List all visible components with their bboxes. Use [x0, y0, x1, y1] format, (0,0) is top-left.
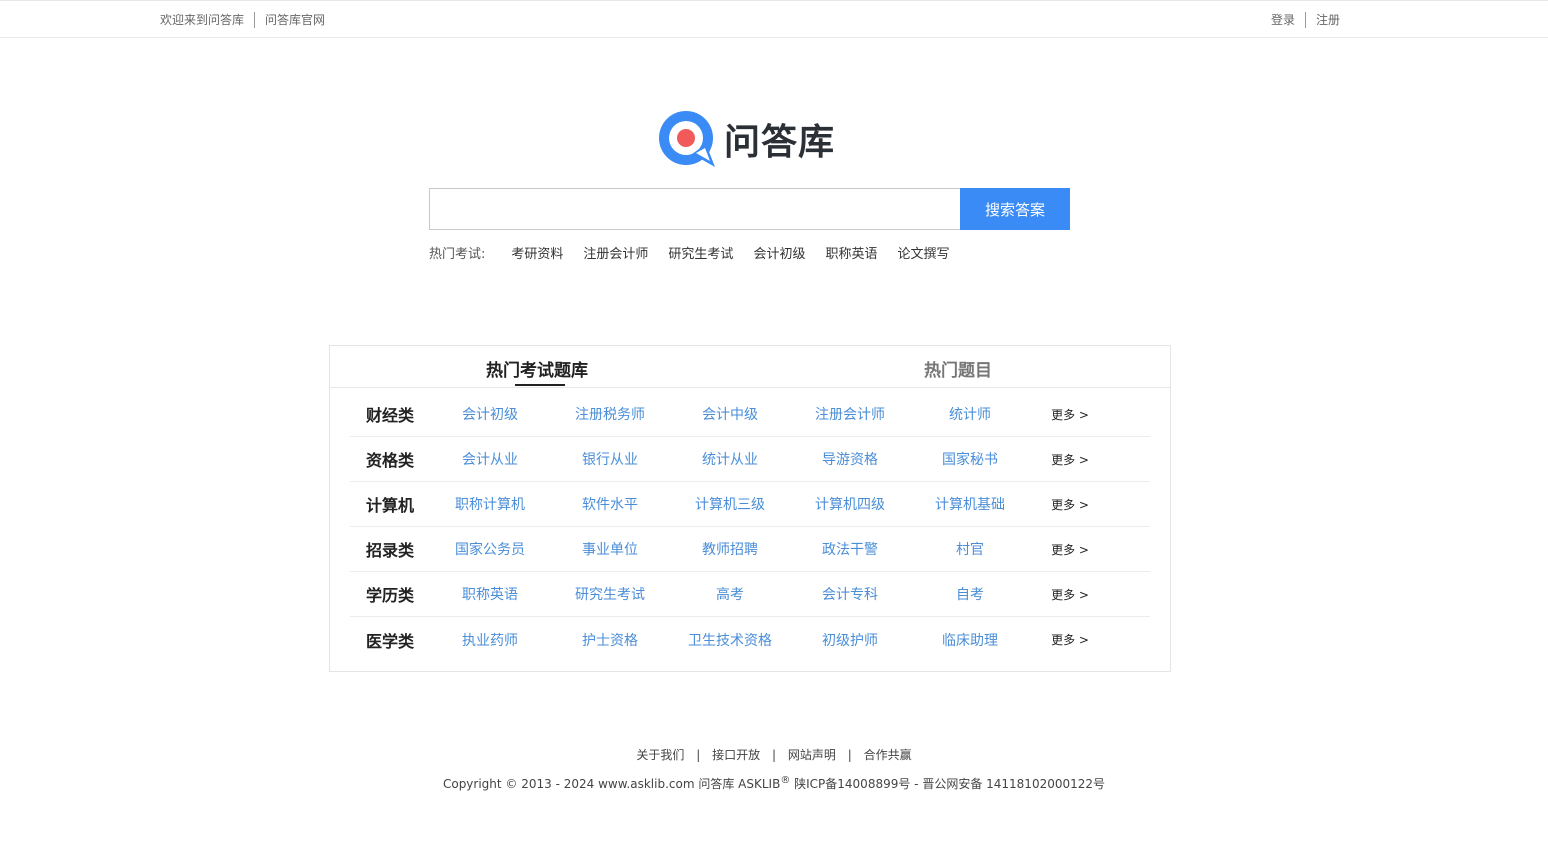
top-bar-left: 欢迎来到问答库 问答库官网 [160, 11, 325, 28]
search-input[interactable] [429, 188, 960, 230]
register-link[interactable]: 注册 [1316, 11, 1340, 28]
search-bar: 搜索答案 [429, 188, 1070, 230]
exam-link[interactable]: 执业药师 [430, 630, 550, 650]
exam-bank-panel: 热门考试题库 热门题目 财经类 会计初级 注册税务师 会计中级 注册会计师 统计… [329, 345, 1171, 672]
copyright-prefix: Copyright © 2013 - 2024 www.asklib.com 问… [442, 777, 781, 791]
category-row: 学历类 职称英语 研究生考试 高考 会计专科 自考 更多 > [350, 572, 1150, 617]
hot-exam-link[interactable]: 会计初级 [753, 243, 805, 262]
exam-link[interactable]: 政法干警 [790, 539, 910, 559]
active-tab-indicator [515, 384, 565, 386]
panel-tabs: 热门考试题库 热门题目 [330, 346, 1170, 388]
category-row: 资格类 会计从业 银行从业 统计从业 导游资格 国家秘书 更多 > [350, 437, 1150, 482]
more-link[interactable]: 更多 > [1030, 496, 1110, 513]
category-rows: 财经类 会计初级 注册税务师 会计中级 注册会计师 统计师 更多 > 资格类 会… [350, 392, 1150, 662]
exam-link[interactable]: 导游资格 [790, 449, 910, 469]
exam-link[interactable]: 职称计算机 [430, 494, 550, 514]
exam-link[interactable]: 事业单位 [550, 539, 670, 559]
hot-exam-link[interactable]: 注册会计师 [583, 243, 648, 262]
top-bar: 欢迎来到问答库 问答库官网 登录 注册 [0, 0, 1548, 38]
hot-exam-link[interactable]: 论文撰写 [897, 243, 949, 262]
hot-exam-link[interactable]: 职称英语 [825, 243, 877, 262]
exam-link[interactable]: 统计从业 [670, 449, 790, 469]
exam-link[interactable]: 计算机三级 [670, 494, 790, 514]
exam-link[interactable]: 临床助理 [910, 630, 1030, 650]
category-label: 医学类 [365, 631, 414, 651]
exam-link[interactable]: 银行从业 [550, 449, 670, 469]
exam-link[interactable]: 统计师 [910, 404, 1030, 424]
footer-separator: | [847, 748, 852, 762]
logo-text: 问答库 [724, 122, 836, 163]
hot-exams-label: 热门考试: [429, 247, 486, 262]
hot-exam-link[interactable]: 考研资料 [511, 243, 563, 262]
exam-link[interactable]: 护士资格 [550, 630, 670, 650]
more-link[interactable]: 更多 > [1030, 586, 1110, 603]
welcome-text: 欢迎来到问答库 [160, 13, 245, 27]
more-link[interactable]: 更多 > [1030, 406, 1110, 423]
registered-mark: ® [780, 775, 791, 786]
exam-link[interactable]: 注册税务师 [550, 404, 670, 424]
exam-link[interactable]: 初级护师 [790, 630, 910, 650]
more-link[interactable]: 更多 > [1030, 631, 1110, 648]
exam-link[interactable]: 会计初级 [430, 404, 550, 424]
category-label: 资格类 [365, 451, 414, 470]
divider [254, 11, 256, 28]
category-label: 计算机 [365, 496, 414, 515]
exam-link[interactable]: 国家公务员 [430, 539, 550, 559]
category-label: 招录类 [365, 541, 414, 560]
exam-link[interactable]: 自考 [910, 584, 1030, 604]
footer-separator: | [771, 748, 777, 762]
exam-link[interactable]: 注册会计师 [790, 404, 910, 424]
copyright: Copyright © 2013 - 2024 www.asklib.com 问… [0, 775, 1548, 792]
search-button[interactable]: 搜索答案 [960, 188, 1070, 230]
hot-exams: 热门考试: 考研资料 注册会计师 研究生考试 会计初级 职称英语 论文撰写 [429, 243, 969, 262]
top-bar-right: 登录 注册 [1271, 11, 1340, 28]
exam-link[interactable]: 会计专科 [790, 584, 910, 604]
exam-link[interactable]: 职称英语 [430, 584, 550, 604]
category-row: 计算机 职称计算机 软件水平 计算机三级 计算机四级 计算机基础 更多 > [350, 482, 1150, 527]
footer-separator: | [696, 748, 701, 762]
exam-link[interactable]: 教师招聘 [670, 539, 790, 559]
hot-exam-link[interactable]: 研究生考试 [668, 243, 733, 262]
site-logo[interactable]: 问答库 [658, 110, 835, 168]
divider [1304, 11, 1306, 28]
category-row: 招录类 国家公务员 事业单位 教师招聘 政法干警 村官 更多 > [350, 527, 1150, 572]
tab-hot-questions[interactable]: 热门题目 [924, 356, 992, 381]
exam-link[interactable]: 高考 [670, 584, 790, 604]
footer-links: 关于我们 | 接口开放 | 网站声明 | 合作共赢 [0, 746, 1548, 763]
exam-link[interactable]: 软件水平 [550, 494, 670, 514]
footer-link-partnership[interactable]: 合作共赢 [864, 748, 912, 762]
category-row: 医学类 执业药师 护士资格 卫生技术资格 初级护师 临床助理 更多 > [350, 617, 1150, 662]
login-link[interactable]: 登录 [1271, 11, 1295, 28]
tab-hot-exam-bank[interactable]: 热门考试题库 [486, 356, 588, 381]
exam-link[interactable]: 研究生考试 [550, 584, 670, 604]
exam-link[interactable]: 国家秘书 [910, 449, 1030, 469]
exam-link[interactable]: 计算机基础 [910, 494, 1030, 514]
exam-link[interactable]: 卫生技术资格 [670, 630, 790, 650]
exam-link[interactable]: 会计中级 [670, 404, 790, 424]
exam-link[interactable]: 村官 [910, 539, 1030, 559]
more-link[interactable]: 更多 > [1030, 541, 1110, 558]
exam-link[interactable]: 计算机四级 [790, 494, 910, 514]
more-link[interactable]: 更多 > [1030, 451, 1110, 468]
exam-link[interactable]: 会计从业 [430, 449, 550, 469]
footer-link-statement[interactable]: 网站声明 [788, 748, 836, 762]
footer-link-api[interactable]: 接口开放 [712, 748, 760, 762]
chat-bubble-q-icon [659, 111, 715, 167]
category-row: 财经类 会计初级 注册税务师 会计中级 注册会计师 统计师 更多 > [350, 392, 1150, 437]
copyright-suffix: 陕ICP备14008899号 - 晋公网安备 14118102000122号 [790, 777, 1106, 791]
category-label: 学历类 [365, 586, 414, 605]
category-label: 财经类 [365, 406, 414, 425]
official-site-link[interactable]: 问答库官网 [265, 11, 325, 28]
footer-link-about[interactable]: 关于我们 [636, 748, 684, 762]
